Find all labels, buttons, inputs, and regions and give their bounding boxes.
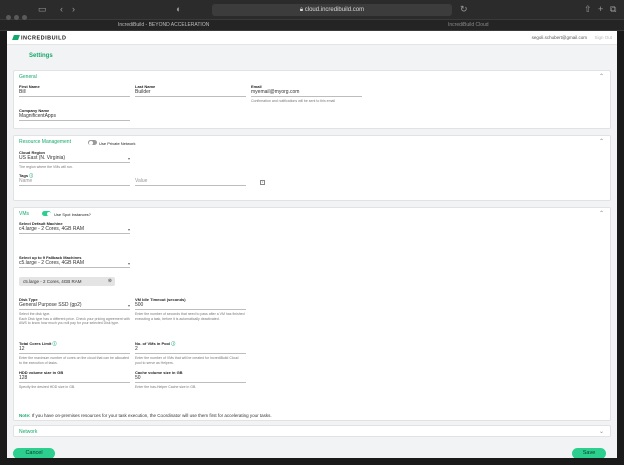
chevron-down-icon: ▾ — [127, 227, 130, 232]
resource-management-section: Resource Management Use Private Network … — [13, 135, 611, 201]
cache-size-field[interactable]: 50 — [135, 375, 246, 383]
network-section[interactable]: Network ⌄ — [13, 425, 611, 437]
general-title: General — [19, 74, 37, 80]
tag-value-field[interactable]: Value — [135, 178, 246, 186]
general-section: General ⌃ First Name Bill Last Name Buil… — [13, 70, 611, 129]
url-text: cloud.incredibuild.com — [304, 7, 365, 13]
on-premises-note: Note: If you have on-premises resources … — [19, 413, 272, 418]
network-title: Network — [19, 429, 38, 435]
top-navigation: INCREDIBUILD segoli.schubert@gmail.com S… — [7, 31, 617, 45]
remove-chip-icon[interactable]: ⊗ — [108, 277, 112, 286]
chevron-down-icon: ▾ — [127, 261, 130, 266]
fallback-machines-select[interactable]: c5.large - 2 Cores, 4GB RAM ▾ — [19, 260, 130, 268]
forward-icon[interactable]: › — [72, 4, 75, 14]
app-page: INCREDIBUILD segoli.schubert@gmail.com S… — [7, 31, 617, 458]
email-hint: Confirmation and notifications will be s… — [251, 99, 336, 103]
tab-bar: IncrediBuild - BEYOND ACCELERATION Incre… — [0, 20, 624, 31]
default-machine-select[interactable]: c4.large - 2 Cores, 4GB RAM ▾ — [19, 226, 130, 234]
private-network-label: Use Private Network — [99, 141, 136, 146]
idle-timeout-field[interactable]: 500 — [135, 302, 246, 310]
vms-title: VMs — [19, 211, 29, 217]
resource-management-title: Resource Management — [19, 139, 71, 145]
share-icon[interactable]: ⇧ — [584, 4, 592, 14]
tab-overview-icon[interactable]: ⧉ — [610, 4, 616, 14]
sign-out-link[interactable]: Sign Out — [594, 35, 612, 40]
cache-size-hint: Enter the has-Helper Cache size in GB. — [135, 385, 197, 389]
spot-instances-label: Use Spot Instances? — [54, 212, 91, 217]
spot-instances-toggle[interactable] — [42, 211, 51, 216]
incredibuild-logo[interactable]: INCREDIBUILD — [12, 35, 66, 42]
chevron-down-icon: ▾ — [127, 156, 130, 161]
pool-vms-hint: Enter the number of VMs that will be cre… — [135, 356, 239, 365]
pool-vms-field[interactable]: 2 — [135, 346, 246, 354]
vms-section: VMs Use Spot Instances? ⌃ Select Default… — [13, 207, 611, 421]
cloud-region-select[interactable]: US East (N. Virginia) ▾ — [19, 155, 130, 163]
delete-tag-icon[interactable]: × — [260, 180, 265, 185]
disk-type-select[interactable]: General Purpose SSD (gp2) ▾ — [19, 302, 130, 310]
tab-incredibuild-cloud[interactable]: IncrediBuild Cloud — [448, 21, 489, 30]
collapse-chevron-icon[interactable]: ⌃ — [599, 210, 604, 217]
user-email: segoli.schubert@gmail.com — [531, 35, 587, 40]
total-cores-field[interactable]: 12 — [19, 346, 130, 354]
tag-name-field[interactable]: Name — [19, 178, 130, 186]
total-cores-hint: Enter the maximum number of cores on the… — [19, 356, 129, 365]
hdd-size-hint: Specify the desired HDD size in GB. — [19, 385, 76, 389]
expand-chevron-icon[interactable]: ⌄ — [599, 428, 604, 435]
chevron-down-icon: ▾ — [127, 303, 130, 308]
logo-mark-icon — [12, 35, 20, 40]
browser-toolbar: ▭ ‹ › ◐ 🔒︎ cloud.incredibuild.com ↻ ⇧ + … — [0, 0, 624, 20]
page-title: Settings — [29, 53, 53, 59]
new-tab-icon[interactable]: + — [598, 4, 603, 14]
collapse-chevron-icon[interactable]: ⌃ — [599, 138, 604, 145]
back-icon[interactable]: ‹ — [60, 4, 63, 14]
sidebar-icon[interactable]: ▭ — [38, 4, 47, 14]
disk-type-hint: Select the disk type. Each Disk type has… — [19, 312, 130, 325]
cancel-button[interactable]: Cancel — [13, 448, 55, 458]
last-name-field[interactable]: Builder — [135, 89, 246, 97]
reload-icon[interactable]: ↻ — [460, 4, 468, 14]
first-name-field[interactable]: Bill — [19, 89, 130, 97]
tab-incredibuild-site[interactable]: IncrediBuild - BEYOND ACCELERATION — [118, 21, 209, 30]
collapse-chevron-icon[interactable]: ⌃ — [599, 73, 604, 80]
address-bar[interactable]: 🔒︎ cloud.incredibuild.com — [212, 4, 452, 16]
company-field[interactable]: MagnificentApps — [19, 113, 130, 121]
idle-timeout-hint: Enter the number of seconds that need to… — [135, 312, 245, 321]
fallback-machine-chip: c5.large - 2 Cores, 4GB RAM ⊗ — [19, 277, 115, 286]
cloud-region-hint: The region where the VMs will run. — [19, 165, 73, 169]
save-button[interactable]: Save — [572, 448, 606, 458]
email-field[interactable]: myemail@myorg.com — [251, 89, 362, 97]
privacy-shield-icon[interactable]: ◐ — [176, 4, 181, 14]
private-network-toggle[interactable] — [88, 140, 97, 145]
hdd-size-field[interactable]: 128 — [19, 375, 130, 383]
